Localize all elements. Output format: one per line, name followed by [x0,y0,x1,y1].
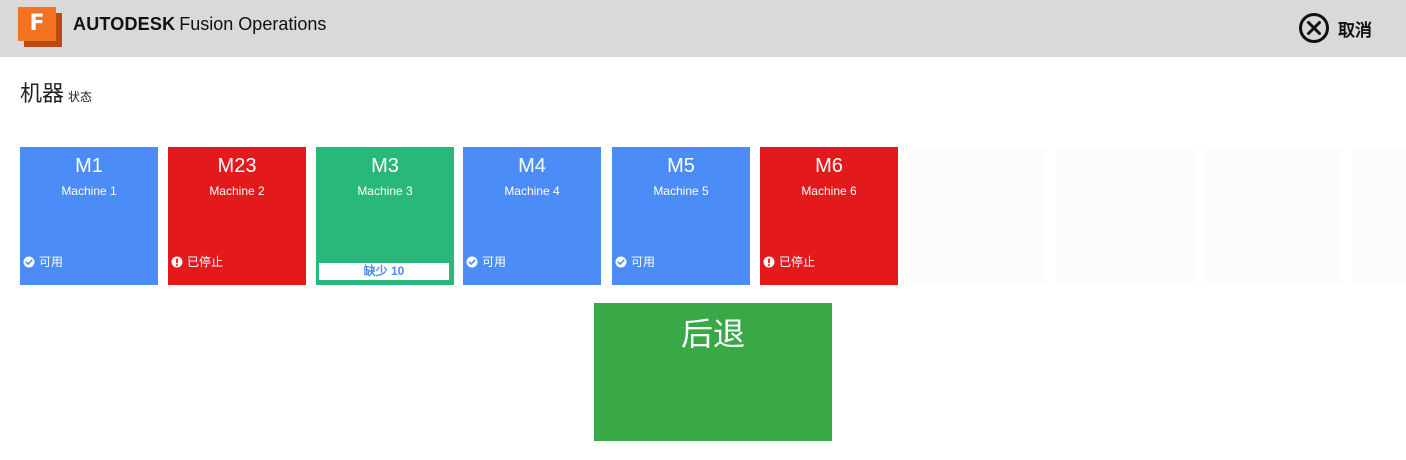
machine-status: 可用 [466,253,506,270]
empty-tile [1204,147,1342,285]
machine-tile-m3[interactable]: M3 Machine 3 缺少 10 [316,147,454,285]
close-circle-icon [1299,13,1329,43]
machine-code: M5 [667,155,695,177]
check-circle-icon [615,256,627,267]
check-circle-icon [23,256,35,267]
machine-status: 可用 [615,253,655,270]
machine-tile-m5[interactable]: M5 Machine 5 可用 [612,147,750,285]
machine-code: M3 [371,155,399,177]
machine-tile-m1[interactable]: M1 Machine 1 可用 [20,147,158,285]
empty-tile [1352,147,1406,285]
machine-tile-m6[interactable]: M6 Machine 6 已停止 [760,147,898,285]
check-circle-icon [466,256,478,267]
cancel-label: 取消 [1338,20,1372,40]
alert-circle-icon [763,256,775,267]
machine-code: M6 [815,155,843,177]
machine-status: 已停止 [171,253,223,270]
app-header: F AUTODESK Fusion Operations 取消 [0,0,1406,57]
machine-status-label: 可用 [482,255,507,269]
machine-code: M1 [75,155,103,177]
page-title-sub: 状态 [68,90,93,104]
machine-code: M23 [217,155,257,177]
brand-name: AUTODESK Fusion Operations [73,14,326,35]
machine-name: Machine 3 [357,184,413,198]
machine-status-label: 可用 [39,255,64,269]
page-title-main: 机器 [20,81,65,106]
machine-status: 已停止 [763,253,815,270]
machine-name: Machine 6 [801,184,857,198]
alert-circle-icon [171,256,183,267]
machine-tile-m4[interactable]: M4 Machine 4 可用 [463,147,601,285]
logo-letter: F [18,7,56,41]
app-logo: F [18,7,62,47]
back-label: 后退 [680,316,745,352]
machine-name: Machine 2 [209,184,265,198]
cancel-button[interactable]: 取消 [1298,12,1372,44]
machine-code: M4 [518,155,546,177]
machine-status-label: 已停止 [779,255,816,269]
page-title: 机器 状态 [20,76,92,108]
machine-name: Machine 4 [504,184,560,198]
empty-tile [1056,147,1194,285]
brand-product: Fusion Operations [179,14,327,34]
machine-status-label: 可用 [631,255,656,269]
empty-tile [908,147,1046,285]
back-button[interactable]: 后退 [594,303,832,441]
machine-status-label: 已停止 [187,255,224,269]
machine-status: 可用 [23,253,63,270]
shortage-badge: 缺少 10 [319,263,449,280]
brand-company: AUTODESK [73,14,176,34]
machine-name: Machine 5 [653,184,709,198]
machine-tile-m23[interactable]: M23 Machine 2 已停止 [168,147,306,285]
machine-name: Machine 1 [61,184,117,198]
